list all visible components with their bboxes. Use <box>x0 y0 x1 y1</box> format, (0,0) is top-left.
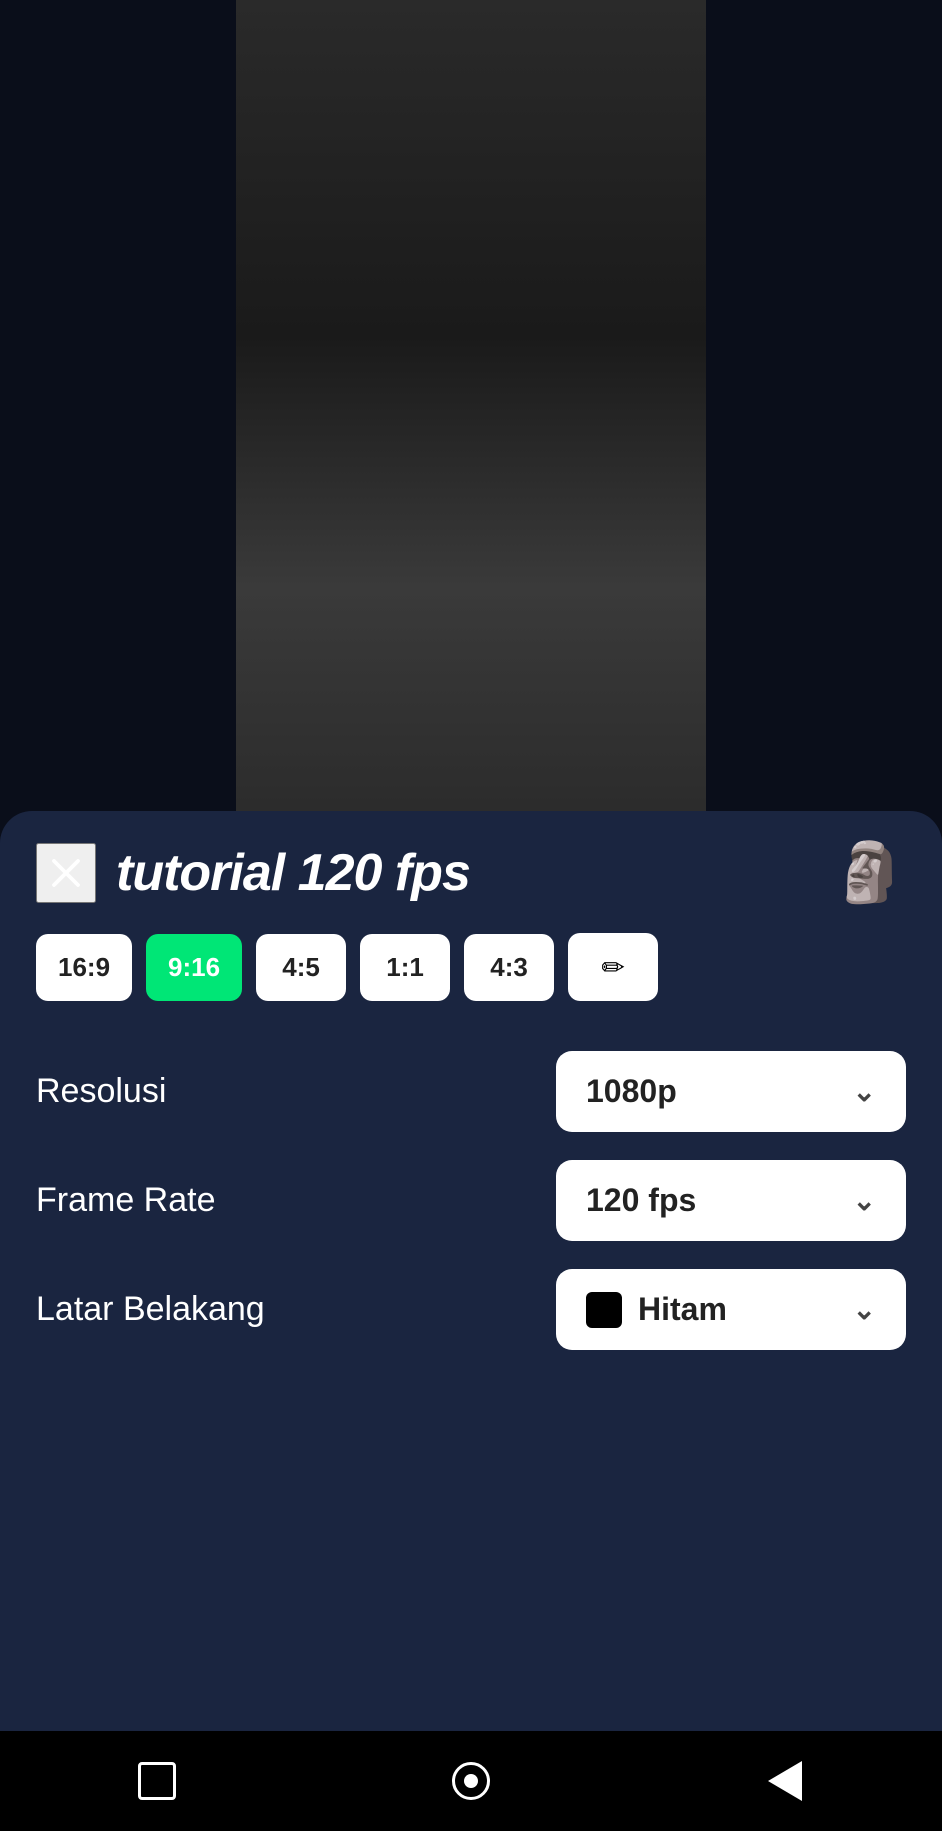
frame-rate-dropdown[interactable]: 120 fps ⌄ <box>556 1160 906 1241</box>
right-sidebar-bg <box>706 0 942 840</box>
edit-aspect-button[interactable]: ✏ <box>568 933 658 1001</box>
latar-dropdown-inner: Hitam <box>586 1291 727 1328</box>
left-sidebar-bg <box>0 0 236 840</box>
resolusi-dropdown[interactable]: 1080p ⌄ <box>556 1051 906 1132</box>
resolusi-chevron-icon: ⌄ <box>853 1075 876 1108</box>
pencil-icon: ✏ <box>601 951 624 984</box>
frame-rate-label: Frame Rate <box>36 1181 216 1220</box>
latar-belakang-dropdown[interactable]: Hitam ⌄ <box>556 1269 906 1350</box>
resolusi-label: Resolusi <box>36 1072 166 1111</box>
bottom-sheet: tutorial 120 fps 🗿 16:9 9:16 4:5 1:1 4:3… <box>0 811 942 1831</box>
aspect-btn-1-1[interactable]: 1:1 <box>360 934 450 1001</box>
latar-belakang-row: Latar Belakang Hitam ⌄ <box>36 1269 906 1350</box>
video-background <box>0 0 942 840</box>
frame-rate-value: 120 fps <box>586 1182 696 1219</box>
frame-rate-row: Frame Rate 120 fps ⌄ <box>36 1160 906 1241</box>
nav-back-button[interactable] <box>745 1741 825 1821</box>
settings-area: Resolusi 1080p ⌄ Frame Rate 120 fps ⌄ La… <box>0 1031 942 1370</box>
navigation-bar <box>0 1731 942 1831</box>
back-nav-icon <box>768 1761 802 1801</box>
aspect-btn-9-16[interactable]: 9:16 <box>146 934 242 1001</box>
resolusi-row: Resolusi 1080p ⌄ <box>36 1051 906 1132</box>
sheet-title: tutorial 120 fps <box>116 843 814 903</box>
latar-belakang-chevron-icon: ⌄ <box>853 1293 876 1326</box>
nav-circle-button[interactable] <box>431 1741 511 1821</box>
square-nav-icon <box>138 1762 176 1800</box>
resolusi-value: 1080p <box>586 1073 677 1110</box>
aspect-btn-4-5[interactable]: 4:5 <box>256 934 346 1001</box>
close-button[interactable] <box>36 843 96 903</box>
latar-belakang-value: Hitam <box>638 1291 727 1328</box>
aspect-ratio-row: 16:9 9:16 4:5 1:1 4:3 ✏ <box>0 923 942 1031</box>
video-preview-area <box>236 0 706 840</box>
moai-emoji: 🗿 <box>834 844 906 902</box>
frame-rate-chevron-icon: ⌄ <box>853 1184 876 1217</box>
aspect-btn-4-3[interactable]: 4:3 <box>464 934 554 1001</box>
nav-square-button[interactable] <box>117 1741 197 1821</box>
aspect-btn-16-9[interactable]: 16:9 <box>36 934 132 1001</box>
latar-belakang-label: Latar Belakang <box>36 1290 265 1329</box>
background-color-swatch <box>586 1292 622 1328</box>
close-icon <box>48 855 84 891</box>
circle-nav-icon <box>452 1762 490 1800</box>
sheet-header: tutorial 120 fps 🗿 <box>0 811 942 923</box>
